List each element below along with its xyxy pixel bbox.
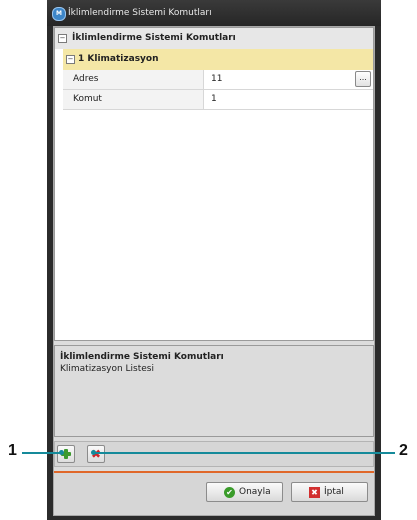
app-logo-icon: M bbox=[52, 7, 66, 21]
dialog-body: − İklimlendirme Sistemi Komutları − 1 Kl… bbox=[53, 26, 375, 516]
title-bar: M İklimlendirme Sistemi Komutları bbox=[47, 0, 381, 26]
property-grid: − İklimlendirme Sistemi Komutları − 1 Kl… bbox=[54, 27, 374, 341]
delete-icon: ✖ bbox=[90, 447, 102, 461]
property-name-cell: Komut bbox=[63, 90, 204, 109]
property-value[interactable]: 1 bbox=[211, 94, 217, 104]
dialog-footer: ✔ Onayla ✖ İptal bbox=[54, 473, 374, 515]
subcategory-label: 1 Klimatizasyon bbox=[78, 54, 159, 64]
property-value[interactable]: 11 bbox=[211, 74, 222, 84]
property-name: Komut bbox=[73, 94, 102, 104]
description-text: Klimatizasyon Listesi bbox=[60, 364, 154, 374]
property-row-komut[interactable]: Komut 1 bbox=[63, 90, 373, 110]
callout-number: 2 bbox=[399, 442, 408, 459]
callout-dot bbox=[59, 450, 64, 455]
callout-line bbox=[22, 452, 61, 454]
category-row[interactable]: − İklimlendirme Sistemi Komutları bbox=[55, 28, 373, 49]
browse-button[interactable]: ... bbox=[355, 71, 371, 87]
description-panel: İklimlendirme Sistemi Komutları Klimatiz… bbox=[54, 345, 374, 437]
category-label: İklimlendirme Sistemi Komutları bbox=[72, 33, 236, 43]
collapse-icon[interactable]: − bbox=[58, 34, 67, 43]
confirm-label: Onayla bbox=[239, 487, 271, 497]
callout-dot bbox=[91, 450, 96, 455]
callout-number: 1 bbox=[8, 442, 17, 459]
collapse-icon[interactable]: − bbox=[66, 55, 75, 64]
action-toolbar: ✖ bbox=[54, 441, 374, 467]
cancel-icon: ✖ bbox=[309, 487, 320, 498]
window-title: İklimlendirme Sistemi Komutları bbox=[68, 8, 212, 18]
cancel-button[interactable]: ✖ İptal bbox=[291, 482, 368, 502]
dialog-window: M İklimlendirme Sistemi Komutları − İkli… bbox=[47, 0, 381, 520]
property-row-adres[interactable]: Adres 11 ... bbox=[63, 70, 373, 90]
check-icon: ✔ bbox=[224, 487, 235, 498]
confirm-button[interactable]: ✔ Onayla bbox=[206, 482, 283, 502]
description-title: İklimlendirme Sistemi Komutları bbox=[60, 352, 224, 362]
delete-button[interactable]: ✖ bbox=[87, 445, 105, 463]
cancel-label: İptal bbox=[324, 487, 344, 497]
property-name: Adres bbox=[73, 74, 99, 84]
subcategory-row[interactable]: − 1 Klimatizasyon bbox=[63, 49, 373, 70]
callout-line bbox=[93, 452, 395, 454]
property-name-cell: Adres bbox=[63, 70, 204, 89]
